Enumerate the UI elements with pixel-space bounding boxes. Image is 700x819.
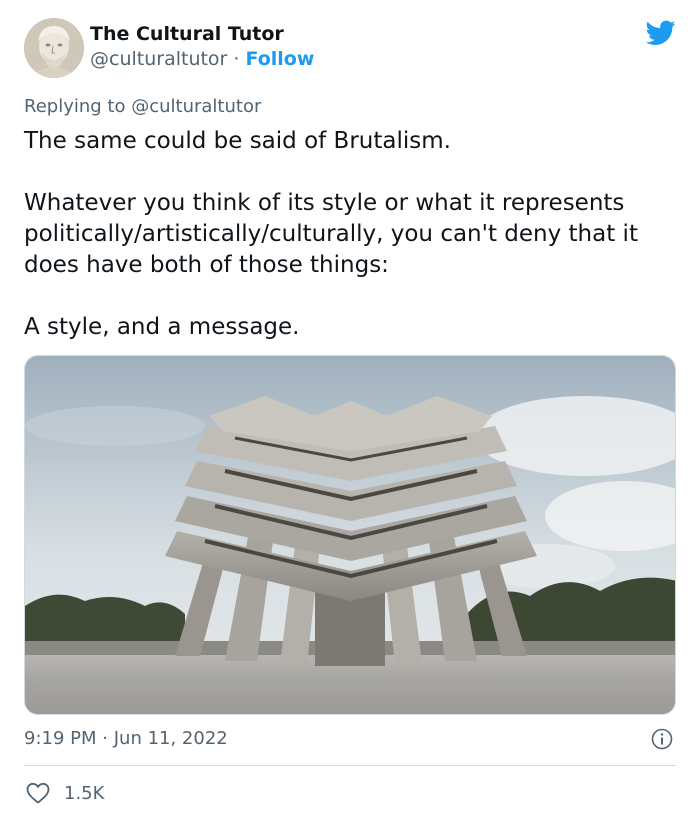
like-count: 1.5K xyxy=(64,782,105,804)
handle-row: @culturaltutor · Follow xyxy=(90,46,314,72)
tweet-time: 9:19 PM xyxy=(24,728,97,749)
divider xyxy=(24,765,676,766)
tweet-paragraph: The same could be said of Brutalism. xyxy=(24,128,451,154)
tweet-text: The same could be said of Brutalism. Wha… xyxy=(24,126,674,343)
info-icon[interactable] xyxy=(651,728,673,750)
display-name[interactable]: The Cultural Tutor xyxy=(90,22,314,46)
brutalist-building-photo-icon xyxy=(25,356,675,714)
handle[interactable]: @culturaltutor xyxy=(90,48,227,70)
classical-bust-avatar-icon xyxy=(24,18,84,78)
tweet-timestamp[interactable]: 9:19 PM · Jun 11, 2022 xyxy=(24,728,228,749)
timestamp-separator: · xyxy=(102,728,108,749)
author-names: The Cultural Tutor @culturaltutor · Foll… xyxy=(90,22,314,72)
tweet-card: The Cultural Tutor @culturaltutor · Foll… xyxy=(0,0,700,819)
handle-separator: · xyxy=(233,48,240,70)
tweet-paragraph: A style, and a message. xyxy=(24,314,300,340)
avatar[interactable] xyxy=(24,18,84,78)
tweet-media[interactable] xyxy=(24,355,676,715)
tweet-paragraph: Whatever you think of its style or what … xyxy=(24,190,638,278)
replying-mention[interactable]: @culturaltutor xyxy=(131,96,261,117)
follow-button[interactable]: Follow xyxy=(246,48,315,70)
twitter-bird-icon[interactable] xyxy=(646,20,676,46)
like-button[interactable]: 1.5K xyxy=(26,780,104,806)
replying-to: Replying to @culturaltutor xyxy=(24,96,261,117)
replying-prefix: Replying to xyxy=(24,96,126,117)
heart-icon xyxy=(26,782,50,804)
tweet-date: Jun 11, 2022 xyxy=(113,728,228,749)
tweet-header: The Cultural Tutor @culturaltutor · Foll… xyxy=(24,18,676,80)
